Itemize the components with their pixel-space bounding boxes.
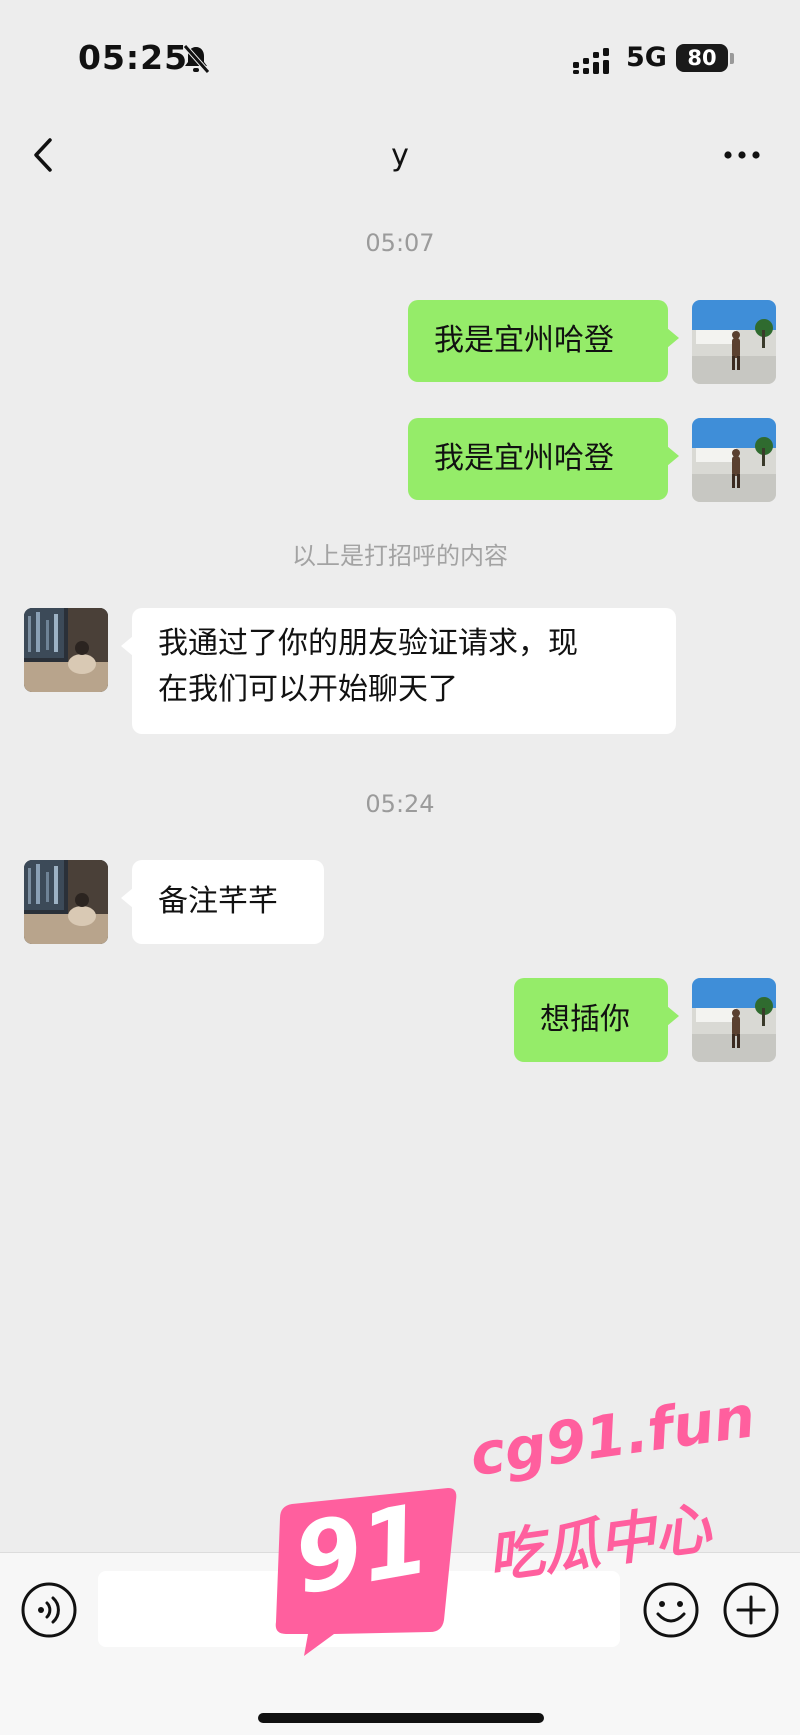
signal-icon — [573, 48, 609, 74]
voice-icon[interactable] — [20, 1581, 78, 1639]
my-avatar[interactable] — [692, 300, 776, 384]
outgoing-message[interactable]: 想插你 — [514, 978, 679, 1062]
battery-cap — [730, 53, 734, 64]
chat-title: y — [391, 138, 409, 173]
message-input[interactable] — [98, 1571, 620, 1647]
nav-bar: y — [0, 110, 800, 200]
message-line: 我通过了你的朋友验证请求，现 — [158, 626, 578, 661]
battery-indicator: 80 — [676, 44, 728, 72]
network-label: 5G — [626, 42, 667, 73]
home-indicator — [258, 1713, 544, 1723]
system-notice: 以上是打招呼的内容 — [292, 542, 508, 570]
my-avatar[interactable] — [692, 978, 776, 1062]
outgoing-message[interactable]: 我是宜州哈登 — [408, 418, 679, 500]
my-avatar[interactable] — [692, 418, 776, 502]
incoming-message[interactable]: 我通过了你的朋友验证请求，现 在我们可以开始聊天了 — [121, 608, 676, 734]
message-line: 在我们可以开始聊天了 — [158, 672, 458, 707]
add-icon[interactable] — [722, 1581, 780, 1639]
watermark-url: cg91.fun — [466, 1382, 760, 1490]
input-bar — [0, 1552, 800, 1735]
timestamp: 05:24 — [365, 790, 435, 818]
status-bar: 05:25 5G 80 — [0, 0, 800, 110]
timestamp: 05:07 — [365, 229, 435, 257]
incoming-message[interactable]: 备注芊芊 — [121, 860, 324, 944]
contact-avatar[interactable] — [24, 608, 108, 692]
status-time: 05:25 — [78, 38, 189, 77]
contact-avatar[interactable] — [24, 860, 108, 944]
more-icon[interactable] — [720, 132, 764, 178]
bell-off-icon — [183, 44, 210, 74]
emoji-icon[interactable] — [642, 1581, 700, 1639]
outgoing-message[interactable]: 我是宜州哈登 — [408, 300, 679, 382]
